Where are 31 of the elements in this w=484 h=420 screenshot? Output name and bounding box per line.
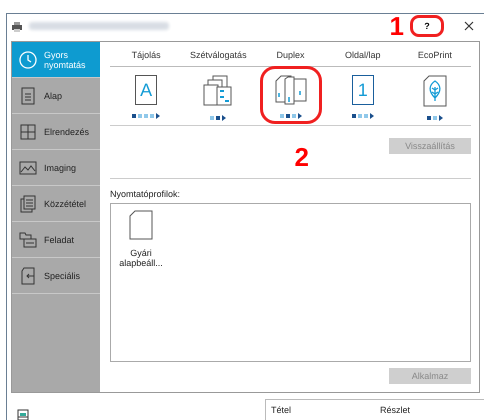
function-label: EcoPrint	[418, 50, 452, 62]
close-icon[interactable]	[462, 19, 476, 33]
function-option-button[interactable]	[260, 67, 320, 123]
leaf-icon	[422, 75, 447, 107]
option-indicator-icon	[280, 113, 302, 119]
pages-icon	[18, 194, 38, 214]
function-label: Tájolás	[132, 50, 161, 62]
option-indicator-icon	[352, 113, 374, 119]
folder-icon	[18, 230, 38, 250]
page-icon: 1	[352, 75, 374, 105]
option-indicator-icon	[426, 115, 443, 121]
option-indicator-icon	[210, 115, 226, 121]
column-header: Tétel	[270, 405, 292, 415]
column-header: Részlet	[379, 405, 412, 415]
callout-number: 1	[390, 13, 404, 39]
clock-icon	[18, 50, 38, 70]
pages-icon	[274, 75, 306, 105]
profiles-label: Nyomtatóprofilok:	[110, 189, 182, 199]
option-indicator-icon	[132, 113, 160, 119]
function-label: Oldal/lap	[344, 50, 380, 62]
printer-icon	[11, 20, 23, 32]
help-button[interactable]: ?	[410, 15, 444, 37]
function-label: Szétválogatás	[190, 50, 247, 62]
function-label: Duplex	[276, 50, 305, 62]
callout-number: 2	[294, 144, 309, 170]
profile-label[interactable]: Gyári alapbeáll...	[119, 248, 163, 268]
printer-icon	[17, 409, 29, 420]
document-icon[interactable]	[129, 210, 153, 240]
grid-icon	[18, 122, 38, 142]
stacked-pages-icon	[203, 75, 234, 107]
page-icon: A	[135, 75, 158, 105]
